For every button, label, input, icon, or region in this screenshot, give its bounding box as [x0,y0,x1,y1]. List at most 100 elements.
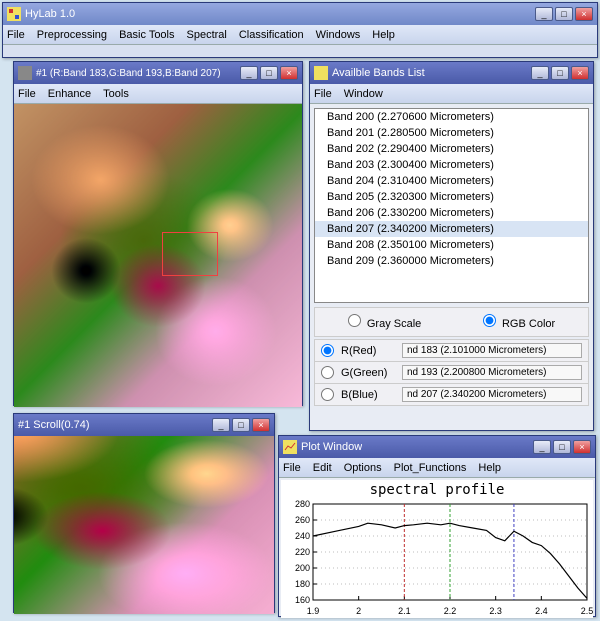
svg-text:180: 180 [295,579,310,589]
plot-area: spectral profile 160 180 200 220 240 260 280 1.… [281,480,593,618]
svg-text:220: 220 [295,547,310,557]
radio-rgb-color[interactable]: RGB Color [483,314,555,330]
menu-help[interactable]: Help [372,29,395,41]
svg-text:260: 260 [295,515,310,525]
band-list-item[interactable]: Band 205 (2.320300 Micrometers) [315,189,588,205]
chart-title: spectral profile [281,480,593,500]
channel-green-label: G(Green) [341,367,397,379]
menu-file[interactable]: File [283,462,301,474]
minimize-button[interactable]: _ [531,66,549,80]
band-list-item[interactable]: Band 202 (2.290400 Micrometers) [315,141,588,157]
svg-text:2.4: 2.4 [535,606,548,616]
svg-text:1.9: 1.9 [307,606,320,616]
menu-tools[interactable]: Tools [103,88,129,100]
app-menubar: File Preprocessing Basic Tools Spectral … [3,25,597,45]
image-icon [18,66,32,80]
minimize-button[interactable]: _ [212,418,230,432]
close-button[interactable]: × [280,66,298,80]
menu-edit[interactable]: Edit [313,462,332,474]
menu-windows[interactable]: Windows [316,29,361,41]
menu-help[interactable]: Help [478,462,501,474]
hyperspectral-image-zoom [14,436,274,614]
svg-text:2.2: 2.2 [444,606,457,616]
plot-titlebar: Plot Window _ □ × [279,436,595,458]
close-button[interactable]: × [573,440,591,454]
minimize-button[interactable]: _ [535,7,553,21]
plot-menubar: File Edit Options Plot_Functions Help [279,458,595,478]
radio-blue[interactable] [321,388,334,401]
menu-file[interactable]: File [7,29,25,41]
minimize-button[interactable]: _ [533,440,551,454]
app-window: HyLab 1.0 _ □ × File Preprocessing Basic… [2,2,598,58]
close-button[interactable]: × [575,7,593,21]
display-mode-group: Gray Scale RGB Color [314,307,589,337]
menu-window[interactable]: Window [344,88,383,100]
svg-text:2: 2 [356,606,361,616]
app-icon [7,7,21,21]
image-main-viewport[interactable] [14,104,302,407]
hyperspectral-image [14,104,302,407]
maximize-button[interactable]: □ [232,418,250,432]
gray-scale-label: Gray Scale [367,318,421,330]
radio-red[interactable] [321,344,334,357]
image-main-window: #1 (R:Band 183,G:Band 193,B:Band 207) _ … [13,61,303,406]
maximize-button[interactable]: □ [555,7,573,21]
menu-basic-tools[interactable]: Basic Tools [119,29,174,41]
menu-plot-functions[interactable]: Plot_Functions [394,462,467,474]
image-main-title: #1 (R:Band 183,G:Band 193,B:Band 207) [36,68,221,79]
band-list-item[interactable]: Band 200 (2.270600 Micrometers) [315,109,588,125]
image-scroll-viewport[interactable] [14,436,274,614]
bands-title: Availble Bands List [332,67,425,79]
svg-text:2.5: 2.5 [581,606,593,616]
band-list-item[interactable]: Band 207 (2.340200 Micrometers) [315,221,588,237]
band-list-item[interactable]: Band 203 (2.300400 Micrometers) [315,157,588,173]
close-button[interactable]: × [252,418,270,432]
svg-text:240: 240 [295,531,310,541]
radio-green[interactable] [321,366,334,379]
menu-classification[interactable]: Classification [239,29,304,41]
band-list-item[interactable]: Band 206 (2.330200 Micrometers) [315,205,588,221]
channel-green-info: nd 193 (2.200800 Micrometers) [402,365,582,380]
image-scroll-titlebar: #1 Scroll(0.74) _ □ × [14,414,274,436]
roi-box[interactable] [162,232,218,276]
svg-text:2.1: 2.1 [398,606,411,616]
svg-text:160: 160 [295,595,310,605]
bands-menubar: File Window [310,84,593,104]
band-list-item[interactable]: Band 208 (2.350100 Micrometers) [315,237,588,253]
app-title: HyLab 1.0 [25,8,75,20]
menu-file[interactable]: File [18,88,36,100]
image-main-titlebar: #1 (R:Band 183,G:Band 193,B:Band 207) _ … [14,62,302,84]
maximize-button[interactable]: □ [260,66,278,80]
menu-preprocessing[interactable]: Preprocessing [37,29,107,41]
svg-text:280: 280 [295,500,310,509]
chart-icon [283,440,297,454]
band-list-item[interactable]: Band 204 (2.310400 Micrometers) [315,173,588,189]
plot-title: Plot Window [301,441,362,453]
svg-text:2.3: 2.3 [489,606,502,616]
radio-gray-scale[interactable]: Gray Scale [348,314,421,330]
band-list-item[interactable]: Band 201 (2.280500 Micrometers) [315,125,588,141]
bands-titlebar: Availble Bands List _ □ × [310,62,593,84]
channel-red-row: R(Red) nd 183 (2.101000 Micrometers) [315,340,588,361]
plot-window: Plot Window _ □ × File Edit Options Plot… [278,435,596,617]
rgb-color-label: RGB Color [502,318,555,330]
channel-red-info: nd 183 (2.101000 Micrometers) [402,343,582,358]
menu-enhance[interactable]: Enhance [48,88,91,100]
menu-spectral[interactable]: Spectral [187,29,227,41]
maximize-button[interactable]: □ [553,440,571,454]
bands-list[interactable]: Band 200 (2.270600 Micrometers)Band 201 … [314,108,589,303]
band-list-item[interactable]: Band 209 (2.360000 Micrometers) [315,253,588,269]
channel-blue-info: nd 207 (2.340200 Micrometers) [402,387,582,402]
svg-text:200: 200 [295,563,310,573]
channel-blue-label: B(Blue) [341,389,397,401]
minimize-button[interactable]: _ [240,66,258,80]
image-scroll-window: #1 Scroll(0.74) _ □ × [13,413,275,613]
spectral-chart[interactable]: 160 180 200 220 240 260 280 1.9 2 2.1 2.2 2.3 2.4 2.5 [281,500,593,618]
image-scroll-title: #1 Scroll(0.74) [18,419,90,431]
close-button[interactable]: × [571,66,589,80]
maximize-button[interactable]: □ [551,66,569,80]
app-titlebar: HyLab 1.0 _ □ × [3,3,597,25]
menu-file[interactable]: File [314,88,332,100]
channel-red-label: R(Red) [341,345,397,357]
menu-options[interactable]: Options [344,462,382,474]
